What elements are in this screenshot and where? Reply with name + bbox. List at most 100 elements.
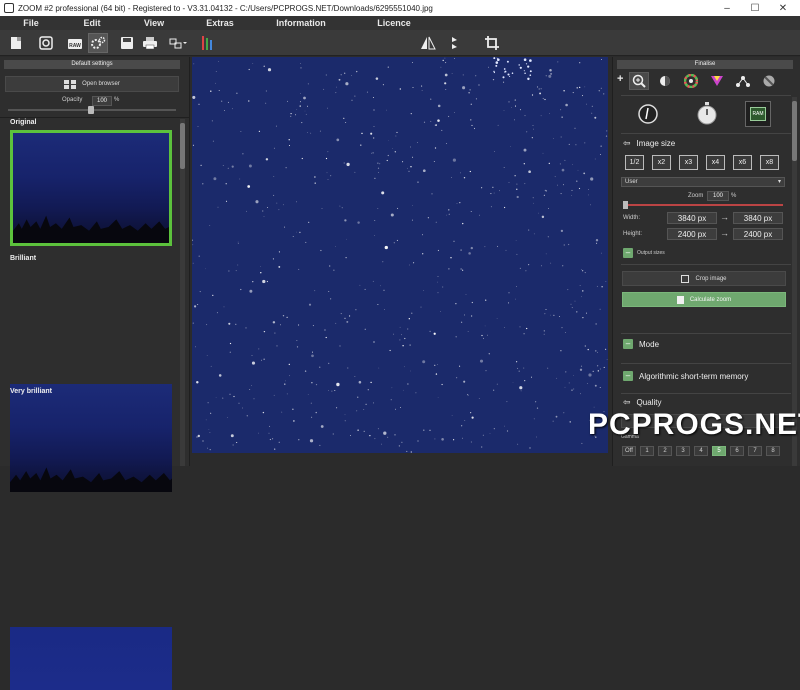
minimize-button[interactable]: – — [712, 0, 742, 16]
calculate-zoom-button[interactable]: Calculate zoom — [622, 292, 786, 307]
thumbnail-label-brilliant: Brilliant — [10, 255, 37, 262]
zoom-label: Zoom — [688, 193, 704, 199]
collapse-icon: – — [623, 339, 633, 349]
export-icon[interactable] — [168, 33, 188, 53]
batch-process-icon[interactable] — [88, 33, 108, 53]
quality-2[interactable]: 2 — [658, 446, 672, 456]
memory-section-header[interactable]: – Algorithmic short-term memory — [623, 371, 748, 381]
menu-information[interactable]: Information — [254, 16, 348, 30]
quality-8[interactable]: 8 — [766, 446, 780, 456]
mode-label: Mode — [639, 339, 660, 349]
add-button[interactable]: + — [617, 74, 623, 85]
thumbnail-scrollbar-thumb[interactable] — [180, 123, 185, 169]
raw-label: RAW — [69, 43, 81, 49]
flip-vertical-icon[interactable] — [444, 33, 464, 53]
minus-icon: – — [623, 248, 633, 258]
menu-bar: File Edit View Extras Information Licenc… — [0, 16, 800, 30]
chevron-icon: ⇦ — [623, 138, 631, 148]
scale-half-button[interactable]: 1/2 — [625, 155, 644, 170]
open-image-icon[interactable] — [36, 33, 56, 53]
raw-icon[interactable]: RAW — [65, 33, 85, 53]
zoom-icon[interactable] — [629, 72, 649, 90]
finalise-scrollbar-thumb[interactable] — [792, 101, 797, 161]
menu-file[interactable]: File — [0, 16, 62, 30]
thumbnail-brilliant[interactable] — [10, 384, 172, 492]
opacity-slider-handle[interactable] — [88, 106, 94, 114]
image-size-label: Image size — [636, 139, 676, 148]
thumbnail-panel: Default settings Open browser Opacity 10… — [0, 57, 190, 690]
maximize-button[interactable]: ☐ — [740, 0, 770, 16]
canvas-bottom-strip — [192, 453, 608, 466]
width-source-field[interactable]: 3840 px — [667, 212, 717, 224]
size-preset-select[interactable]: User ▾ — [621, 177, 785, 187]
contrast-icon[interactable] — [655, 72, 675, 90]
width-label: Width: — [623, 215, 641, 221]
finalise-panel: Finalise + RAM ⇦ Image size 1/2 x2 x3 x4… — [612, 57, 800, 466]
menu-view[interactable]: View — [122, 16, 186, 30]
menu-extras[interactable]: Extras — [186, 16, 254, 30]
quality-section-header[interactable]: ⇦ Quality — [623, 397, 661, 408]
output-sizes-toggle[interactable]: – Output sizes — [623, 248, 665, 258]
width-arrow: → — [720, 212, 729, 222]
zoom-slider-track[interactable] — [623, 204, 783, 206]
size-preset-value: User — [625, 179, 638, 185]
ram-label: RAM — [750, 107, 766, 121]
crop-icon — [681, 274, 690, 283]
zoom-slider-handle[interactable] — [623, 201, 628, 209]
calculate-zoom-label: Calculate zoom — [689, 296, 732, 303]
quality-1[interactable]: 1 — [640, 446, 654, 456]
quality-off[interactable]: Off — [622, 446, 636, 456]
height-source-field[interactable]: 2400 px — [667, 228, 717, 240]
color-wheel-icon[interactable] — [681, 72, 701, 90]
divider — [621, 133, 791, 134]
compass-icon[interactable] — [637, 103, 659, 125]
thumbnail-very-brilliant[interactable] — [10, 627, 172, 690]
width-target-field[interactable]: 3840 px — [733, 212, 783, 224]
stopwatch-icon[interactable] — [695, 101, 719, 127]
quality-3[interactable]: 3 — [676, 446, 690, 456]
save-icon[interactable] — [117, 33, 137, 53]
quality-4[interactable]: 4 — [694, 446, 708, 456]
height-target-field[interactable]: 2400 px — [733, 228, 783, 240]
quality-scale-row: Off 1 2 3 4 5 6 7 8 — [613, 446, 800, 457]
opacity-input[interactable]: 100 — [92, 96, 112, 106]
default-settings-header: Default settings — [4, 60, 180, 69]
finalise-header: Finalise — [617, 60, 793, 69]
menu-licence[interactable]: Licence — [348, 16, 440, 30]
mode-icon-row: RAM — [613, 101, 800, 129]
menu-edit[interactable]: Edit — [62, 16, 122, 30]
crop-rotate-icon[interactable] — [482, 33, 502, 53]
scale-x3-button[interactable]: x3 — [679, 155, 698, 170]
scale-x2-button[interactable]: x2 — [652, 155, 671, 170]
new-file-icon[interactable] — [6, 33, 26, 53]
mode-section-header[interactable]: – Mode — [623, 339, 659, 349]
divider — [621, 264, 791, 265]
image-canvas[interactable] — [192, 57, 608, 453]
crop-image-button[interactable]: Crop image — [622, 271, 786, 286]
chevron-icon: ⇦ — [623, 397, 631, 407]
tools-icon[interactable] — [196, 33, 216, 53]
quality-5[interactable]: 5 — [712, 446, 726, 456]
ram-icon[interactable]: RAM — [745, 101, 771, 127]
share-icon[interactable] — [733, 72, 753, 90]
thumbnail-original[interactable] — [10, 130, 172, 246]
scale-x8-button[interactable]: x8 — [760, 155, 779, 170]
browser-icon — [64, 79, 77, 89]
quality-7[interactable]: 7 — [748, 446, 762, 456]
night-sky-image — [192, 57, 608, 453]
no-entry-icon[interactable] — [759, 72, 779, 90]
quality-6[interactable]: 6 — [730, 446, 744, 456]
flip-horizontal-icon[interactable] — [418, 33, 438, 53]
scale-x4-button[interactable]: x4 — [706, 155, 725, 170]
scale-x6-button[interactable]: x6 — [733, 155, 752, 170]
thumbnail-scrollbar[interactable] — [180, 119, 185, 466]
close-button[interactable]: ✕ — [768, 0, 798, 16]
image-size-title[interactable]: ⇦ Image size — [623, 138, 676, 149]
print-icon[interactable] — [140, 33, 160, 53]
save-icon — [676, 295, 684, 304]
prism-icon[interactable] — [707, 72, 727, 90]
watermark: PCPROGS.NET — [588, 408, 800, 441]
opacity-label: Opacity — [62, 97, 83, 103]
open-browser-button[interactable]: Open browser — [5, 76, 179, 92]
zoom-input[interactable]: 100 — [707, 191, 729, 201]
